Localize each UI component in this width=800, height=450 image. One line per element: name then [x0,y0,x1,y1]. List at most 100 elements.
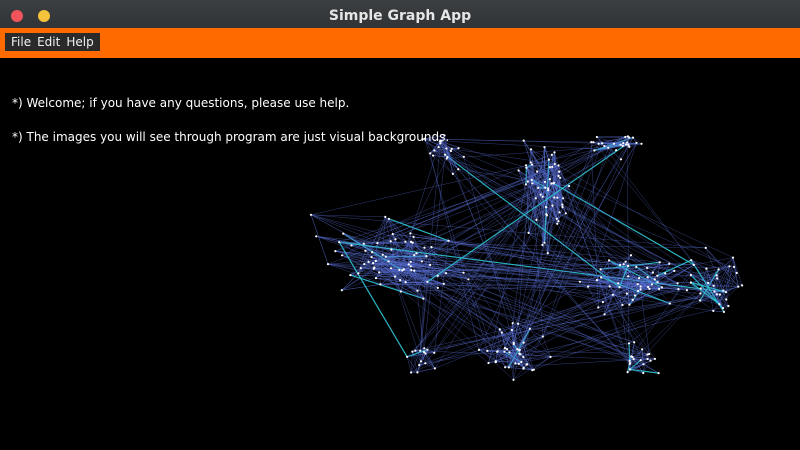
menu-file[interactable]: File [8,35,34,49]
graph-node [658,287,661,290]
graph-node [429,263,432,267]
graph-node [627,143,630,146]
graph-node [705,267,708,270]
graph-node [543,146,546,149]
graph-node [636,289,640,293]
graph-node [544,206,548,209]
graph-node [522,341,525,344]
graph-node [626,371,629,374]
graph-node [340,289,343,292]
graph-node [664,272,667,275]
graph-edge [405,143,603,283]
graph-node [632,358,635,361]
graph-node [486,349,489,352]
graph-node [638,277,641,280]
graph-node [420,260,423,263]
graph-node [462,271,465,274]
graph-node [522,367,525,370]
graph-node [621,303,624,306]
graph-node [378,271,381,274]
graph-node [548,178,551,181]
graph-node [668,302,672,305]
graph-node [617,282,620,285]
graph-node [357,272,360,275]
graph-node [416,371,419,374]
graph-node [731,256,735,259]
graph-node [690,259,693,262]
graph-node [557,164,560,167]
graph-node [539,193,542,196]
graph-node [389,240,392,243]
graph-node [603,145,606,148]
graph-node [387,260,390,263]
graph-node [525,363,528,366]
graph-node [402,268,405,271]
graph-node [699,299,702,302]
graph-node [622,142,625,145]
graph-node [423,246,426,249]
graph-node [424,352,427,355]
graph-node [419,360,423,363]
graph-node [500,331,503,334]
graph-node [419,349,422,352]
graph-node [498,328,501,331]
graph-node [503,347,506,350]
graph-node [516,348,519,351]
graph-node [556,222,559,225]
graph-node [334,250,337,253]
graph-node [715,293,719,296]
graph-node [628,362,631,365]
graph-node [592,141,595,144]
graph-node [627,342,631,345]
graph-node [512,378,515,381]
graph-node [535,218,538,221]
graph-node [504,366,507,369]
graph-node [557,220,560,223]
graph-node [699,292,702,295]
graph-node [524,183,528,186]
graph-node [444,272,448,275]
graph-node [526,180,529,183]
graph-node [568,184,571,188]
graph-node [713,290,716,293]
graph-node [555,217,558,220]
graph-node [342,232,345,235]
graph-node [522,355,525,359]
graph-node [626,135,629,138]
graph-edge [518,170,650,355]
graph-node [547,158,551,161]
graph-node [633,294,637,297]
graph-node [326,263,330,266]
graph-node [372,267,375,270]
graph-node [309,213,313,216]
graph-node [394,275,397,278]
graph-node [646,276,649,279]
graph-node [627,275,630,278]
graph-node [517,362,520,365]
graph-edge [646,267,648,278]
graph-node [532,368,535,371]
menu-edit[interactable]: Edit [34,35,63,49]
graph-node [409,240,413,243]
menu-help[interactable]: Help [63,35,96,49]
graph-node [411,350,414,353]
graph-node [556,196,559,199]
graph-node [430,246,433,249]
graph-node [597,306,600,309]
graph-node [374,259,377,263]
graph-node [619,263,622,267]
welcome-message: *) Welcome; if you have any questions, p… [12,96,350,110]
graph-node [712,309,715,312]
graph-node [732,265,736,268]
graph-node [640,142,643,145]
graph-node [423,347,426,350]
graph-node [559,176,562,179]
graph-node [457,147,460,150]
graph-node [590,141,593,144]
graph-node [547,187,550,190]
graph-node [394,238,397,241]
graph-node [550,182,553,185]
graph-node [384,215,387,218]
graph-node [437,146,440,149]
graph-node [630,355,633,358]
